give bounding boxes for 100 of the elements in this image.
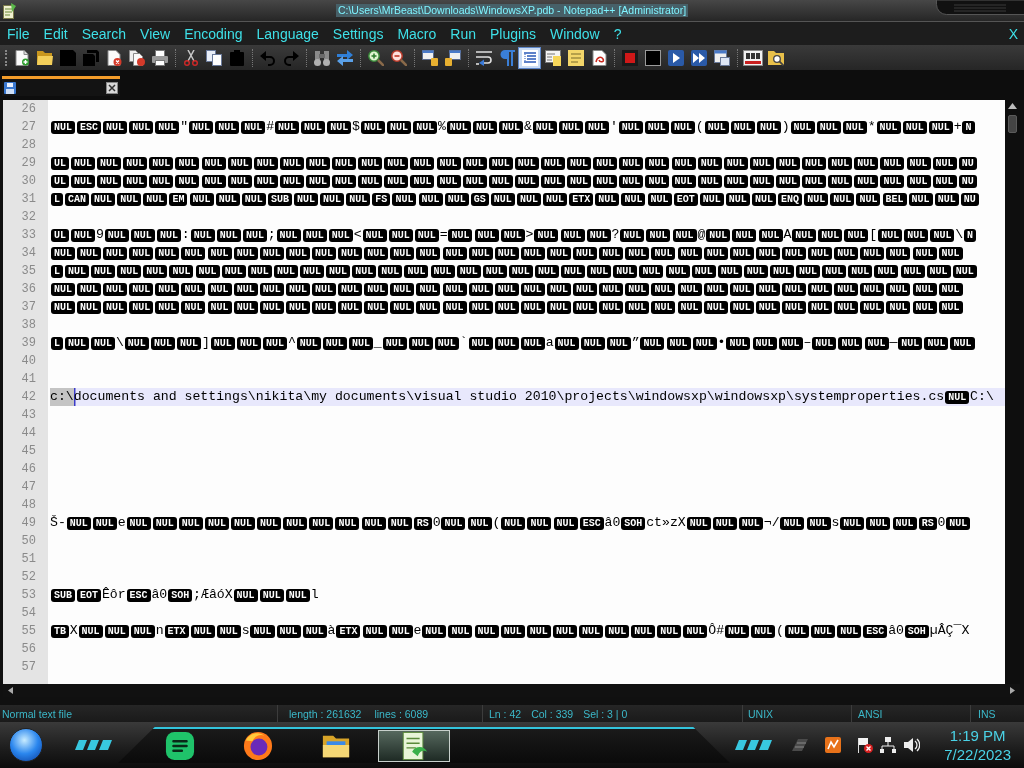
menu-item[interactable]: Edit [36,25,75,42]
line-number: 51 [20,551,37,568]
striped-tile-icon[interactable] [792,739,808,751]
copy-icon [205,49,222,66]
word-wrap-icon [475,49,492,66]
line-number: 54 [20,605,37,622]
swap-arrows-icon [336,49,353,66]
menu-item[interactable]: View [133,25,178,42]
line-number: 46 [20,461,37,478]
line-number: 53 [20,587,37,604]
scroll-thumb[interactable] [1008,115,1017,133]
window-square-icon [444,49,461,66]
menu-item[interactable]: Encoding [177,25,250,42]
window-title: C:\Users\MrBeast\Downloads\WindowsXP.pdb - Notepad++ [Administrator] [335,4,689,17]
line-number: 33 [20,227,37,244]
line-number: 39 [20,335,37,352]
menu-item[interactable]: Window [542,25,607,42]
line-number: 57 [20,659,37,676]
code-line: SUB EOT Êôr ESC â0 SOH ;ÆâóX NUL NUL NUL l [50,586,319,604]
zigzag-tile-icon[interactable] [825,737,841,753]
blocks-tile-icon [742,49,763,66]
line-number: 36 [20,281,37,298]
eol-label: UNIX [748,707,774,720]
encoding-label: ANSI [858,707,883,720]
length-label: length : 261632 [289,707,362,720]
line-number: 40 [20,353,37,370]
printer-icon [151,49,168,66]
toolbar-button[interactable] [518,46,541,69]
flag-icon[interactable] [857,737,873,753]
menu-item[interactable]: File [0,25,37,42]
note-window-icon [544,49,561,66]
code-line: L NUL NUL \ NUL NUL NUL ] NUL NUL NUL ^ NUL NUL NUL _ NUL NUL NUL ` NUL NUL NUL a NUL NUL NUL ” NUL NUL NUL • NUL NUL NUL – NUL NUL NUL — NUL NUL NUL [50,334,976,352]
list-lines-icon [521,49,538,66]
page-close-icon [105,49,122,66]
text-lines-icon [165,731,195,761]
line-number: 30 [20,173,37,190]
line-number: 52 [20,569,37,586]
line-number: 28 [20,137,37,154]
note-icon [567,49,584,66]
scissors-icon [182,49,199,66]
line-number: 37 [20,299,37,316]
code-line: UL NUL NUL NUL NUL NUL NUL NUL NUL NUL NUL NUL NUL NUL NUL NUL NUL NUL NUL NUL NUL NUL NUL NUL NUL NUL NUL NUL NUL NUL NUL NUL NUL NUL NUL NU [50,154,978,172]
chevrons-drawing [75,740,112,750]
menu-item[interactable]: Search [74,25,134,42]
menu-item[interactable]: Settings [325,25,391,42]
line-number: 49 [20,515,37,532]
line-number: 29 [20,155,37,172]
line-number: 48 [20,497,37,514]
line-number: 43 [20,407,37,424]
file-tab[interactable] [2,76,120,96]
folder-magnifier-icon [767,49,784,66]
pages-close-icon [128,49,145,66]
line-number: 55 [20,623,37,640]
redo-icon [282,49,299,66]
orb-icon [243,731,273,761]
line-number: 45 [20,443,37,460]
folder-icon [36,49,53,66]
up-arrow-icon[interactable] [1008,103,1017,109]
network-icon[interactable] [880,737,896,753]
column-label: Col : 339 [531,707,574,720]
zoom-out-icon [390,49,407,66]
window-square-icon [421,49,438,66]
undo-icon [259,49,276,66]
menu-item[interactable]: Macro [390,25,444,42]
start-button[interactable] [9,728,43,762]
code-line: UL NUL NUL NUL NUL NUL NUL NUL NUL NUL NUL NUL NUL NUL NUL NUL NUL NUL NUL NUL NUL NUL NUL NUL NUL NUL NUL NUL NUL NUL NUL NUL NUL NUL NUL NU [50,172,978,190]
code-line: TB X NUL NUL NUL n ETX NUL NUL s NUL NUL NUL à ETX NUL NUL e NUL NUL NUL NUL NUL NUL NUL NUL NUL NUL NUL Ô# NUL NUL ( NUL NUL NUL ESC â0 SOH µÂÇ¯X [50,622,970,640]
code-line: UL NUL 9 NUL NUL NUL : NUL NUL NUL ; NUL NUL NUL < NUL NUL NUL = NUL NUL NUL > NUL NUL NUL ? NUL NUL NUL @ NUL NUL NUL A NUL NUL NUL [ NUL NUL NUL \ N [50,226,977,244]
clock-time: 1:19 PM [949,726,1006,745]
line-number: 27 [20,119,37,136]
line-number: 44 [20,425,37,442]
taskbar-app[interactable] [378,730,450,762]
binoculars-icon [313,49,330,66]
left-arrow-icon[interactable] [8,687,13,694]
line-number: 47 [20,479,37,496]
menu-item[interactable]: Plugins [483,25,543,42]
stop-icon [644,49,661,66]
line-number: 32 [20,209,37,226]
close-icon[interactable] [106,81,118,94]
menu-item[interactable]: Language [249,25,326,42]
line-number: 35 [20,263,37,280]
line-number: 41 [20,371,37,388]
selection-label: Sel : 3 | 0 [583,707,628,720]
line-number: 31 [20,191,37,208]
file-type-label: Normal text file [2,707,73,720]
menu-item[interactable]: ? [606,25,629,42]
pilcrow-icon [498,49,515,66]
code-line: NUL ESC NUL NUL NUL " NUL NUL NUL # NUL NUL NUL $ NUL NUL NUL % NUL NUL NUL & NUL NUL NUL ' NUL NUL NUL ( NUL NUL NUL ) NUL NUL NUL * NUL NUL NUL + N [50,118,976,136]
zoom-in-icon [367,49,384,66]
mode-label: INS [978,707,996,720]
new-page-icon [13,49,30,66]
line-number: 34 [20,245,37,262]
right-arrow-icon[interactable] [1010,687,1015,694]
menu-item[interactable]: Run [443,25,483,42]
volume-icon[interactable] [904,737,920,753]
close-document-button[interactable]: X [1008,25,1018,42]
code-line: L CAN NUL NUL NUL EM NUL NUL NUL SUB NUL NUL NUL FS NUL NUL NUL GS NUL NUL NUL ETX NUL NUL NUL EOT NUL NUL NUL ENQ NUL NUL NUL BEL NUL NUL NU [50,190,980,208]
code-line: L NUL NUL NUL NUL NUL NUL NUL NUL NUL NUL NUL NUL NUL NUL NUL NUL NUL NUL NUL NUL NUL NUL NUL NUL NUL NUL NUL NUL NUL NUL NUL NUL NUL NUL NUL [50,262,978,280]
page-icon [590,49,607,66]
line-number: 42 [20,389,37,406]
